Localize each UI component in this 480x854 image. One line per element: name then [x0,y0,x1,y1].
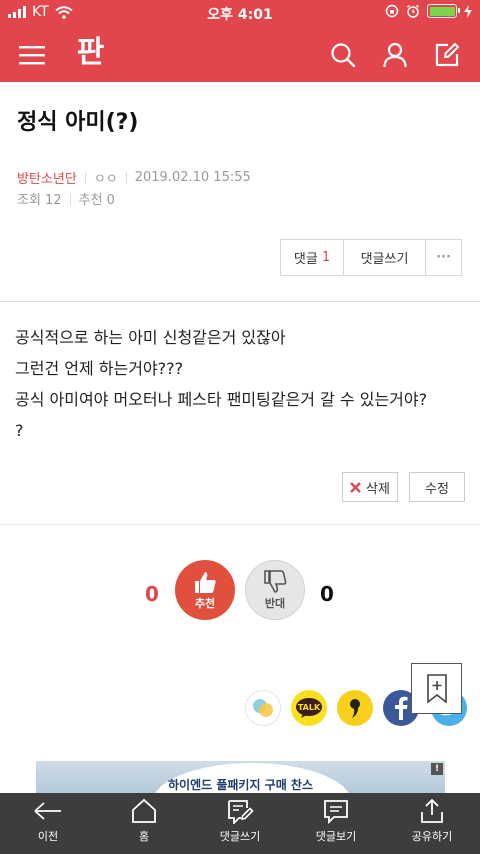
nav-back[interactable]: 이전 [0,793,96,854]
bookmark-add-icon [426,673,447,704]
thumbs-down-icon [264,570,287,593]
write-comment-button[interactable]: 댓글쓰기 [344,240,426,275]
edit-icon [435,42,460,67]
edit-button[interactable]: 수정 [409,472,465,502]
content-divider [0,301,480,302]
post-title: 정식 아미(?) [17,110,139,135]
comma-icon [350,699,360,718]
oppose-button[interactable]: 반대 [245,560,305,620]
kakaotalk-label: TALK [298,703,321,712]
screen: KT 오후 4:01 판 정식 아미(?) 방탄소년단 ㅇㅇ 2019.02.1… [0,0,480,854]
alarm-icon [407,4,419,18]
search-button[interactable] [323,35,363,75]
nav-write-comment-label: 댓글쓰기 [219,830,261,843]
comments-count: 1 [321,250,331,265]
comments-icon [324,800,348,824]
status-bar: KT 오후 4:01 [0,0,480,27]
edit-label: 수정 [425,481,449,497]
nav-home[interactable]: 홈 [96,793,192,854]
comment-bar: 댓글 1 댓글쓰기 ··· [280,239,462,276]
post-views: 조회 12 [17,193,62,208]
post-body: 공식적으로 하는 아미 신청같은거 있잖아 그런건 언제 하는거야??? 공식 … [15,322,475,446]
recommend-label: 추천 [194,597,216,610]
share-kakao-comma-button[interactable] [337,690,373,726]
comments-label: 댓글 [293,252,318,267]
nav-share-label: 공유하기 [411,830,453,843]
share-kakaostory-button[interactable] [245,690,281,726]
ad-banner[interactable]: 하이엔드 풀패키지 구매 찬스 ! [36,761,445,793]
search-icon [331,43,356,68]
home-icon [132,798,156,823]
nav-write-comment[interactable]: 댓글쓰기 [192,793,288,854]
ad-info-icon[interactable]: ! [431,763,443,775]
share-kakaotalk-button[interactable]: TALK [291,690,327,726]
post-meta: 방탄소년단 ㅇㅇ 2019.02.10 15:55 [17,168,251,187]
facebook-icon [395,696,408,720]
write-button[interactable] [427,35,467,75]
section-divider [0,524,480,525]
body-line: 공식적으로 하는 아미 신청같은거 있잖아 [15,328,286,347]
hamburger-icon [19,46,45,65]
nav-view-comments-label: 댓글보기 [315,830,357,843]
rotation-lock-icon [385,4,399,18]
recommend-count: 0 [145,582,159,606]
profile-button[interactable] [375,35,415,75]
post-nickname: ㅇㅇ [93,172,118,187]
post-stats: 조회 12 추천 0 [17,189,115,208]
body-line: ? [15,421,24,440]
post-recommends: 추천 0 [78,193,115,208]
delete-button[interactable]: 삭제 [342,472,398,502]
oppose-count: 0 [320,582,334,606]
write-comment-label: 댓글쓰기 [360,252,409,267]
battery-icon [427,4,460,18]
share-icon [421,798,443,823]
meta-divider [69,192,71,205]
meta-divider [125,171,127,184]
delete-label: 삭제 [366,481,390,497]
more-options-button[interactable]: ··· [426,240,461,275]
kakaostory-icon [253,699,273,717]
back-arrow-icon [34,802,61,820]
comments-button[interactable]: 댓글 1 [281,240,344,275]
oppose-label: 반대 [264,597,286,610]
nav-back-label: 이전 [37,830,59,843]
nav-share[interactable]: 공유하기 [384,793,480,854]
compose-icon [228,800,254,824]
pann-logo[interactable]: 판 [70,33,110,73]
body-line: 그런건 언제 하는거야??? [15,359,184,378]
recommend-button[interactable]: 추천 [175,560,235,620]
thumbs-up-icon [195,572,216,593]
user-icon [383,42,407,68]
nav-view-comments[interactable]: 댓글보기 [288,793,384,854]
ad-banner-text: 하이엔드 풀패키지 구매 찬스 [167,778,313,792]
close-icon [350,481,361,493]
charging-icon [464,4,472,18]
bottom-nav: 이전 홈 댓글쓰기 댓글보기 공유하기 [0,793,480,854]
app-header: 판 [0,27,480,82]
body-line: 공식 아미여야 머오터나 페스타 팬미팅같은거 갈 수 있는거야? [15,390,428,409]
post-datetime: 2019.02.10 15:55 [134,170,251,185]
menu-button[interactable] [12,35,52,75]
nav-home-label: 홈 [138,830,150,843]
post-author-link[interactable]: 방탄소년단 [17,168,77,187]
more-icon: ··· [436,250,451,265]
kakaotalk-icon: TALK [296,698,322,718]
meta-divider [84,171,86,184]
bookmark-button[interactable] [411,663,462,714]
